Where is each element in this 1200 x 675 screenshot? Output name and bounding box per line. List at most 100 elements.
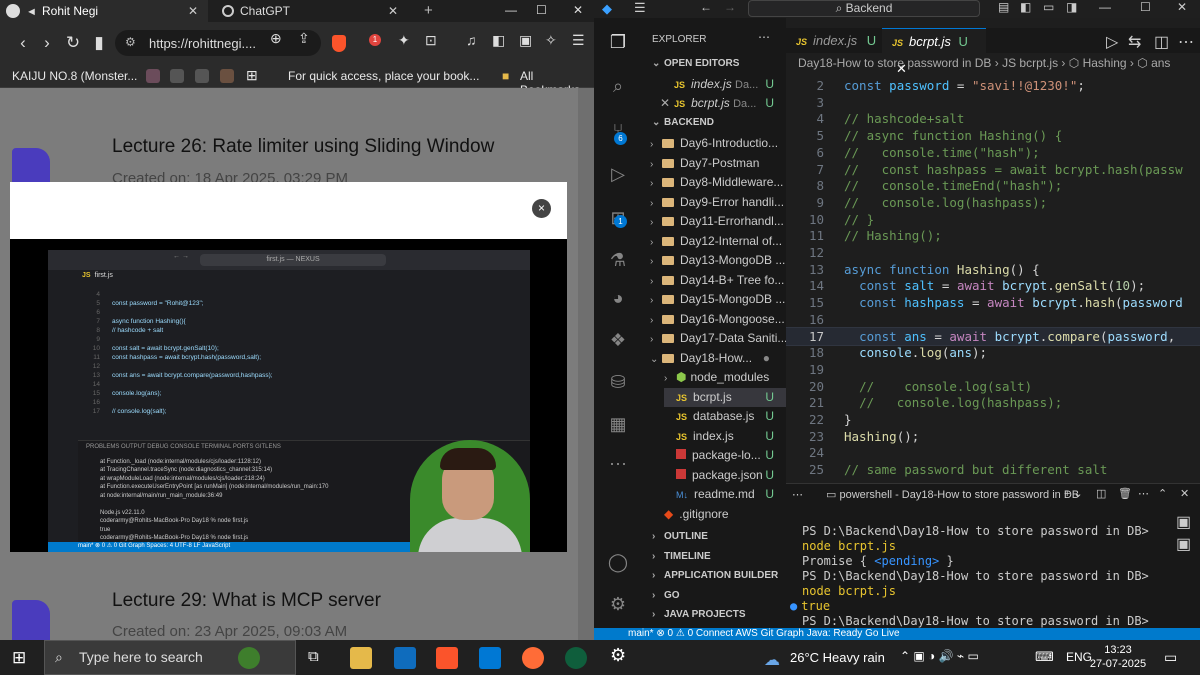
sidebar-icon[interactable]: ◧ bbox=[492, 32, 505, 49]
keyboard-icon[interactable]: ⌨ bbox=[1035, 649, 1054, 665]
new-tab-button[interactable]: + bbox=[424, 2, 433, 19]
testing-icon[interactable]: ⚗ bbox=[606, 250, 630, 274]
trash-icon[interactable]: 🗑 bbox=[1118, 487, 1132, 500]
toggle-sidebar-icon[interactable]: ◧ bbox=[1020, 0, 1031, 14]
weather-icon[interactable]: ☁ bbox=[764, 650, 780, 670]
file-item[interactable]: › ⬢ node_modules bbox=[664, 368, 786, 387]
url-field[interactable]: ⚙ https://rohittnegi.... bbox=[115, 30, 321, 56]
sidebar-section-header[interactable]: › OUTLINE bbox=[652, 531, 708, 542]
zoom-icon[interactable]: ⊕ bbox=[270, 30, 282, 47]
share-icon[interactable]: ⇪ bbox=[298, 30, 310, 47]
terminal-list-icon[interactable]: ▣ bbox=[1176, 512, 1191, 532]
tray-icons[interactable]: ⌃ ▣ ◑ 🔊 ⌁ ▭ bbox=[900, 649, 979, 663]
folder-item[interactable]: ⌄ Day18-How... ● bbox=[650, 349, 786, 368]
bookmark-icon[interactable]: ▮ bbox=[90, 33, 108, 53]
bookmark-kaiju[interactable]: KAIJU NO.8 (Monster... bbox=[12, 69, 137, 83]
windows-start-icon[interactable]: ⊞ bbox=[12, 648, 26, 668]
sidebar-section-header[interactable]: › JAVA PROJECTS bbox=[652, 609, 746, 620]
brave-rewards-badge[interactable]: 1 bbox=[369, 34, 381, 46]
more-actions-icon[interactable]: ⋯ bbox=[758, 30, 770, 44]
bookmark-icon[interactable] bbox=[170, 69, 184, 83]
forward-icon[interactable]: › bbox=[38, 33, 56, 53]
folder-item[interactable]: › Day13-MongoDB ... bbox=[650, 251, 786, 270]
terminal-title[interactable]: ▭ powershell - Day18-How to store passwo… bbox=[826, 488, 1079, 501]
back-icon[interactable]: ‹ bbox=[14, 33, 32, 53]
forward-icon[interactable]: → bbox=[724, 0, 736, 14]
code-line[interactable]: 10// } bbox=[786, 211, 1200, 228]
close-icon[interactable]: ✕ bbox=[388, 4, 398, 18]
command-center-search[interactable]: ⌕ Backend bbox=[748, 0, 980, 17]
file-explorer-icon[interactable] bbox=[350, 647, 372, 669]
code-line[interactable]: 4// hashcode+salt bbox=[786, 110, 1200, 127]
clock[interactable]: 13:23 27-07-2025 bbox=[1088, 643, 1148, 671]
folder-item[interactable]: › Day8-Middleware... bbox=[650, 173, 786, 192]
toggle-panel-icon[interactable]: ▭ bbox=[1043, 0, 1054, 14]
terminal-output[interactable]: PS D:\Backend\Day18-How to store passwor… bbox=[790, 524, 1162, 640]
mongodb-compass-icon[interactable] bbox=[565, 647, 587, 669]
code-line[interactable]: 9// console.log(hashpass); bbox=[786, 194, 1200, 211]
code-line[interactable]: 23 Hashing(); bbox=[786, 428, 1200, 445]
close-icon[interactable]: ✕ bbox=[188, 4, 198, 18]
code-line[interactable]: 5// async function Hashing() { bbox=[786, 127, 1200, 144]
close-panel-icon[interactable]: ✕ bbox=[1180, 487, 1189, 500]
postman-icon[interactable] bbox=[522, 647, 544, 669]
code-line[interactable]: 19 bbox=[786, 361, 1200, 378]
close-window-icon[interactable]: ✕ bbox=[573, 3, 583, 17]
code-line[interactable]: 21 // console.log(hashpass); bbox=[786, 394, 1200, 411]
copilot-icon[interactable]: ▤ bbox=[998, 0, 1009, 14]
code-line[interactable]: 3 bbox=[786, 94, 1200, 111]
sidebar-section-header[interactable]: › TIMELINE bbox=[652, 551, 711, 562]
code-editor[interactable]: 2 const password = "savi!!@1230!"; 3 4// ha… bbox=[786, 73, 1200, 483]
reload-icon[interactable]: ↻ bbox=[64, 33, 82, 53]
lecture-title[interactable]: Lecture 26: Rate limiter using Sliding W… bbox=[112, 136, 494, 158]
code-line[interactable]: 2 const password = "savi!!@1230!"; bbox=[786, 77, 1200, 94]
code-line[interactable]: 25// same password but different salt bbox=[786, 461, 1200, 478]
database-icon[interactable]: ⛁ bbox=[606, 372, 630, 396]
settings-gear-icon[interactable]: ⚙ bbox=[610, 645, 626, 666]
more-actions-icon[interactable]: ⋯ bbox=[1138, 487, 1149, 500]
search-icon[interactable]: ⌕ bbox=[606, 76, 630, 100]
code-line[interactable]: 17 const ans = await bcrypt.compare(pass… bbox=[786, 326, 1200, 346]
bookmark-icon[interactable] bbox=[195, 69, 209, 83]
folder-item[interactable]: › Day11-Errorhandl... bbox=[650, 212, 786, 231]
open-editor-item[interactable]: ✕ JS bcrpt.js Da... U bbox=[660, 94, 786, 113]
menu-icon[interactable]: ☰ bbox=[634, 0, 646, 16]
maximize-icon[interactable]: ☐ bbox=[1140, 0, 1151, 14]
code-line[interactable]: 7// const hashpass = await bcrypt.hash(p… bbox=[786, 161, 1200, 178]
maximize-icon[interactable]: ☐ bbox=[536, 3, 547, 17]
code-line[interactable]: 6// console.time("hash"); bbox=[786, 144, 1200, 161]
folder-item[interactable]: › Day6-Introductio... bbox=[650, 134, 786, 153]
split-terminal-icon[interactable]: ◫ bbox=[1096, 487, 1106, 500]
task-view-icon[interactable]: ⧉ bbox=[308, 648, 319, 665]
menu-icon[interactable]: ☰ bbox=[572, 32, 585, 49]
brave-shield-icon[interactable] bbox=[332, 35, 346, 52]
explorer-icon[interactable]: ❐ bbox=[606, 32, 630, 56]
compare-icon[interactable]: ⇆ bbox=[1128, 32, 1141, 52]
folder-item[interactable]: › Day14-B+ Tree fo... bbox=[650, 271, 786, 290]
code-line[interactable]: 22} bbox=[786, 411, 1200, 428]
open-editor-item[interactable]: JS index.js Da... U bbox=[674, 75, 786, 94]
sidebar-section-header[interactable]: › APPLICATION BUILDER bbox=[652, 570, 778, 581]
folder-item[interactable]: › Day16-Mongoose... bbox=[650, 310, 786, 329]
minimize-icon[interactable]: — bbox=[505, 3, 517, 17]
folder-item[interactable]: › Day15-MongoDB ... bbox=[650, 290, 786, 309]
account-icon[interactable]: ◯ bbox=[606, 552, 630, 576]
close-icon[interactable]: ✕ bbox=[660, 96, 670, 110]
close-window-icon[interactable]: ✕ bbox=[1177, 0, 1187, 14]
file-item[interactable]: JS index.js U bbox=[664, 427, 786, 446]
terminal-list-icon[interactable]: ▣ bbox=[1176, 534, 1191, 554]
run-debug-icon[interactable]: ▷ bbox=[606, 164, 630, 188]
code-line[interactable]: 8// console.timeEnd("hash"); bbox=[786, 177, 1200, 194]
page-scrollbar[interactable] bbox=[578, 88, 594, 640]
code-line[interactable]: 13 async function Hashing() { bbox=[786, 261, 1200, 278]
folder-item[interactable]: › Day7-Postman bbox=[650, 154, 786, 173]
code-line[interactable]: 14 const salt = await bcrypt.genSalt(10)… bbox=[786, 277, 1200, 294]
open-editors-header[interactable]: ⌄ OPEN EDITORS bbox=[652, 58, 739, 69]
extensions-icon[interactable]: ✦ bbox=[398, 32, 410, 49]
file-item[interactable]: ◆ .gitignore bbox=[664, 505, 729, 524]
tab-rohit-negi[interactable]: ◄ Rohit Negi ✕ bbox=[0, 0, 208, 22]
remote-icon[interactable]: ◕ bbox=[606, 288, 630, 312]
code-line[interactable]: 16 bbox=[786, 311, 1200, 328]
screenshot-icon[interactable]: ⊡ bbox=[425, 32, 437, 49]
site-settings-icon[interactable]: ⚙ bbox=[125, 35, 136, 49]
